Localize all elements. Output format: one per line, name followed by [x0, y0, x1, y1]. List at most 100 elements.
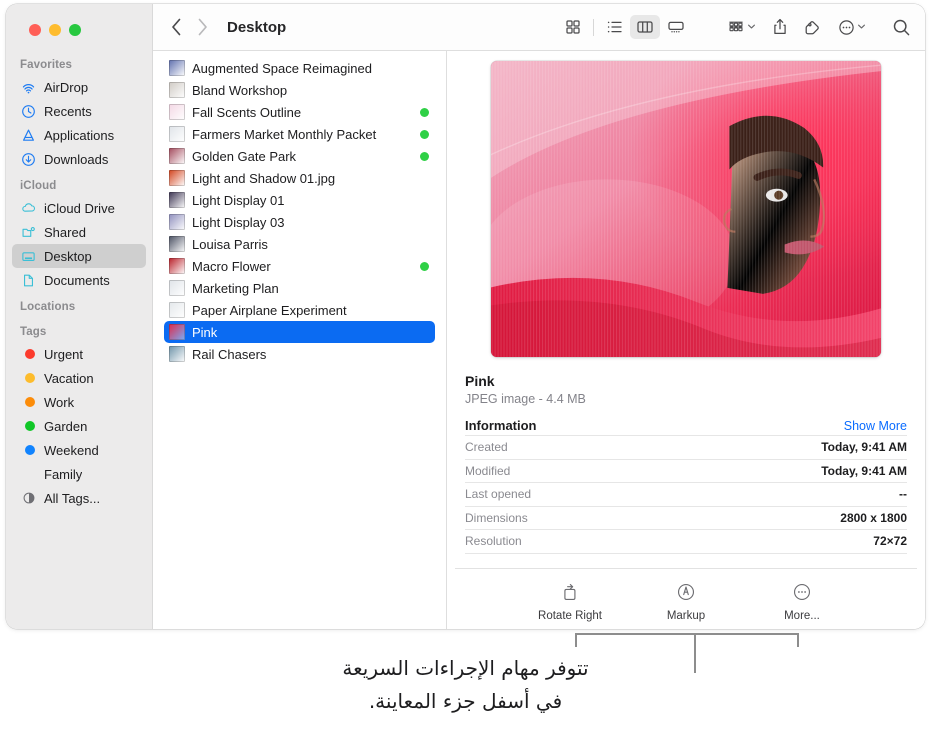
close-button[interactable] — [29, 24, 41, 36]
preview-pane: Pink JPEG image - 4.4 MB Information Sho… — [447, 51, 925, 629]
file-name-label: Farmers Market Monthly Packet — [192, 127, 420, 142]
quick-action-markup[interactable]: Markup — [654, 581, 718, 622]
sidebar-item-label: Vacation — [44, 371, 94, 386]
sidebar-item-tag-work[interactable]: Work — [12, 390, 146, 414]
sidebar-item-tag-vacation[interactable]: Vacation — [12, 366, 146, 390]
sidebar-item-tag-weekend[interactable]: Weekend — [12, 438, 146, 462]
sidebar-item-tag-garden[interactable]: Garden — [12, 414, 146, 438]
screenshot-root: Favorites AirDrop — [0, 0, 931, 742]
file-thumbnail-icon — [169, 346, 185, 362]
finder-window: Favorites AirDrop — [6, 4, 925, 629]
file-list-item[interactable]: Paper Airplane Experiment — [164, 299, 435, 321]
file-name-label: Bland Workshop — [192, 83, 429, 98]
file-list-item[interactable]: Pink — [164, 321, 435, 343]
tag-button[interactable] — [804, 19, 822, 36]
quick-action-rotate-right[interactable]: Rotate Right — [538, 581, 602, 622]
file-list-item[interactable]: Light Display 03 — [164, 211, 435, 233]
information-value: Today, 9:41 AM — [821, 464, 907, 478]
content-area: Augmented Space Reimagined Bland Workshop… — [153, 51, 925, 629]
file-list-item[interactable]: Augmented Space Reimagined — [164, 57, 435, 79]
file-list-item[interactable]: Louisa Parris — [164, 233, 435, 255]
rotate-right-icon — [560, 581, 580, 603]
file-name-label: Louisa Parris — [192, 237, 429, 252]
sidebar-item-label: Urgent — [44, 347, 83, 362]
file-list-item[interactable]: Fall Scents Outline — [164, 101, 435, 123]
caption-line-1: تتوفر مهام الإجراءات السريعة — [0, 652, 931, 685]
sidebar-item-tag-family[interactable]: Family — [12, 462, 146, 486]
sidebar-item-shared[interactable]: Shared — [12, 220, 146, 244]
information-header: Information Show More — [465, 418, 907, 433]
back-button[interactable] — [163, 14, 189, 40]
sidebar-item-tag-urgent[interactable]: Urgent — [12, 342, 146, 366]
file-thumbnail-icon — [169, 302, 185, 318]
sidebar-item-label: Documents — [44, 273, 110, 288]
search-button[interactable] — [892, 18, 911, 37]
file-thumbnail-icon — [169, 236, 185, 252]
information-row: Created Today, 9:41 AM — [465, 435, 907, 460]
file-list-item[interactable]: Golden Gate Park — [164, 145, 435, 167]
file-list-item[interactable]: Bland Workshop — [164, 79, 435, 101]
cloud-icon — [20, 200, 37, 217]
sidebar-item-recents[interactable]: Recents — [12, 99, 146, 123]
window-main: Desktop — [153, 4, 925, 629]
information-key: Created — [465, 440, 508, 454]
information-key: Last opened — [465, 487, 531, 501]
desktop-icon — [20, 248, 37, 265]
file-tag-dot — [420, 130, 429, 139]
information-key: Modified — [465, 464, 510, 478]
zoom-button[interactable] — [69, 24, 81, 36]
information-value: 72×72 — [873, 534, 907, 548]
file-list-item[interactable]: Marketing Plan — [164, 277, 435, 299]
list-view-button[interactable] — [599, 15, 629, 39]
sidebar-item-documents[interactable]: Documents — [12, 268, 146, 292]
sidebar-item-downloads[interactable]: Downloads — [12, 147, 146, 171]
file-list-item[interactable]: Macro Flower — [164, 255, 435, 277]
chevron-down-icon — [747, 18, 756, 36]
file-name-label: Light and Shadow 01.jpg — [192, 171, 429, 186]
file-list-item[interactable]: Rail Chasers — [164, 343, 435, 365]
sidebar-header-icloud: iCloud — [6, 171, 152, 196]
information-row: Resolution 72×72 — [465, 530, 907, 554]
show-more-link[interactable]: Show More — [844, 419, 907, 433]
share-button[interactable] — [772, 18, 788, 36]
sidebar-scroll[interactable]: Favorites AirDrop — [6, 50, 152, 629]
sidebar-item-all-tags[interactable]: All Tags... — [12, 486, 146, 510]
file-name-label: Light Display 03 — [192, 215, 429, 230]
file-name-label: Marketing Plan — [192, 281, 429, 296]
sidebar-item-label: Weekend — [44, 443, 99, 458]
file-list-item[interactable]: Light Display 01 — [164, 189, 435, 211]
forward-button[interactable] — [189, 14, 215, 40]
file-name-label: Fall Scents Outline — [192, 105, 420, 120]
information-row: Modified Today, 9:41 AM — [465, 460, 907, 484]
file-list-item[interactable]: Light and Shadow 01.jpg — [164, 167, 435, 189]
preview-image-wrap — [455, 51, 917, 357]
file-thumbnail-icon — [169, 126, 185, 142]
file-name-label: Augmented Space Reimagined — [192, 61, 429, 76]
sidebar-item-desktop[interactable]: Desktop — [12, 244, 146, 268]
file-list-column[interactable]: Augmented Space Reimagined Bland Workshop… — [153, 51, 447, 629]
file-name-label: Paper Airplane Experiment — [192, 303, 429, 318]
gallery-view-button[interactable] — [661, 15, 691, 39]
more-actions-button[interactable] — [838, 18, 866, 36]
sidebar-item-label: Downloads — [44, 152, 108, 167]
sidebar-item-applications[interactable]: Applications — [12, 123, 146, 147]
file-thumbnail-icon — [169, 192, 185, 208]
toolbar: Desktop — [153, 4, 925, 51]
icon-view-button[interactable] — [558, 15, 588, 39]
ellipsis-circle-icon — [792, 581, 812, 603]
markup-icon — [676, 581, 696, 603]
column-view-button[interactable] — [630, 15, 660, 39]
sidebar-item-icloud-drive[interactable]: iCloud Drive — [12, 196, 146, 220]
sidebar-item-airdrop[interactable]: AirDrop — [12, 75, 146, 99]
file-list-item[interactable]: Farmers Market Monthly Packet — [164, 123, 435, 145]
toolbar-divider — [593, 19, 594, 36]
quick-action-more[interactable]: More... — [770, 581, 834, 622]
information-value: Today, 9:41 AM — [821, 440, 907, 454]
callout-bracket — [575, 633, 799, 647]
group-by-button[interactable] — [727, 18, 756, 36]
quick-actions-bar: Rotate Right Markup — [455, 568, 917, 630]
sidebar-item-label: Garden — [44, 419, 87, 434]
chevron-down-icon — [857, 18, 866, 36]
information-key: Resolution — [465, 534, 522, 548]
minimize-button[interactable] — [49, 24, 61, 36]
